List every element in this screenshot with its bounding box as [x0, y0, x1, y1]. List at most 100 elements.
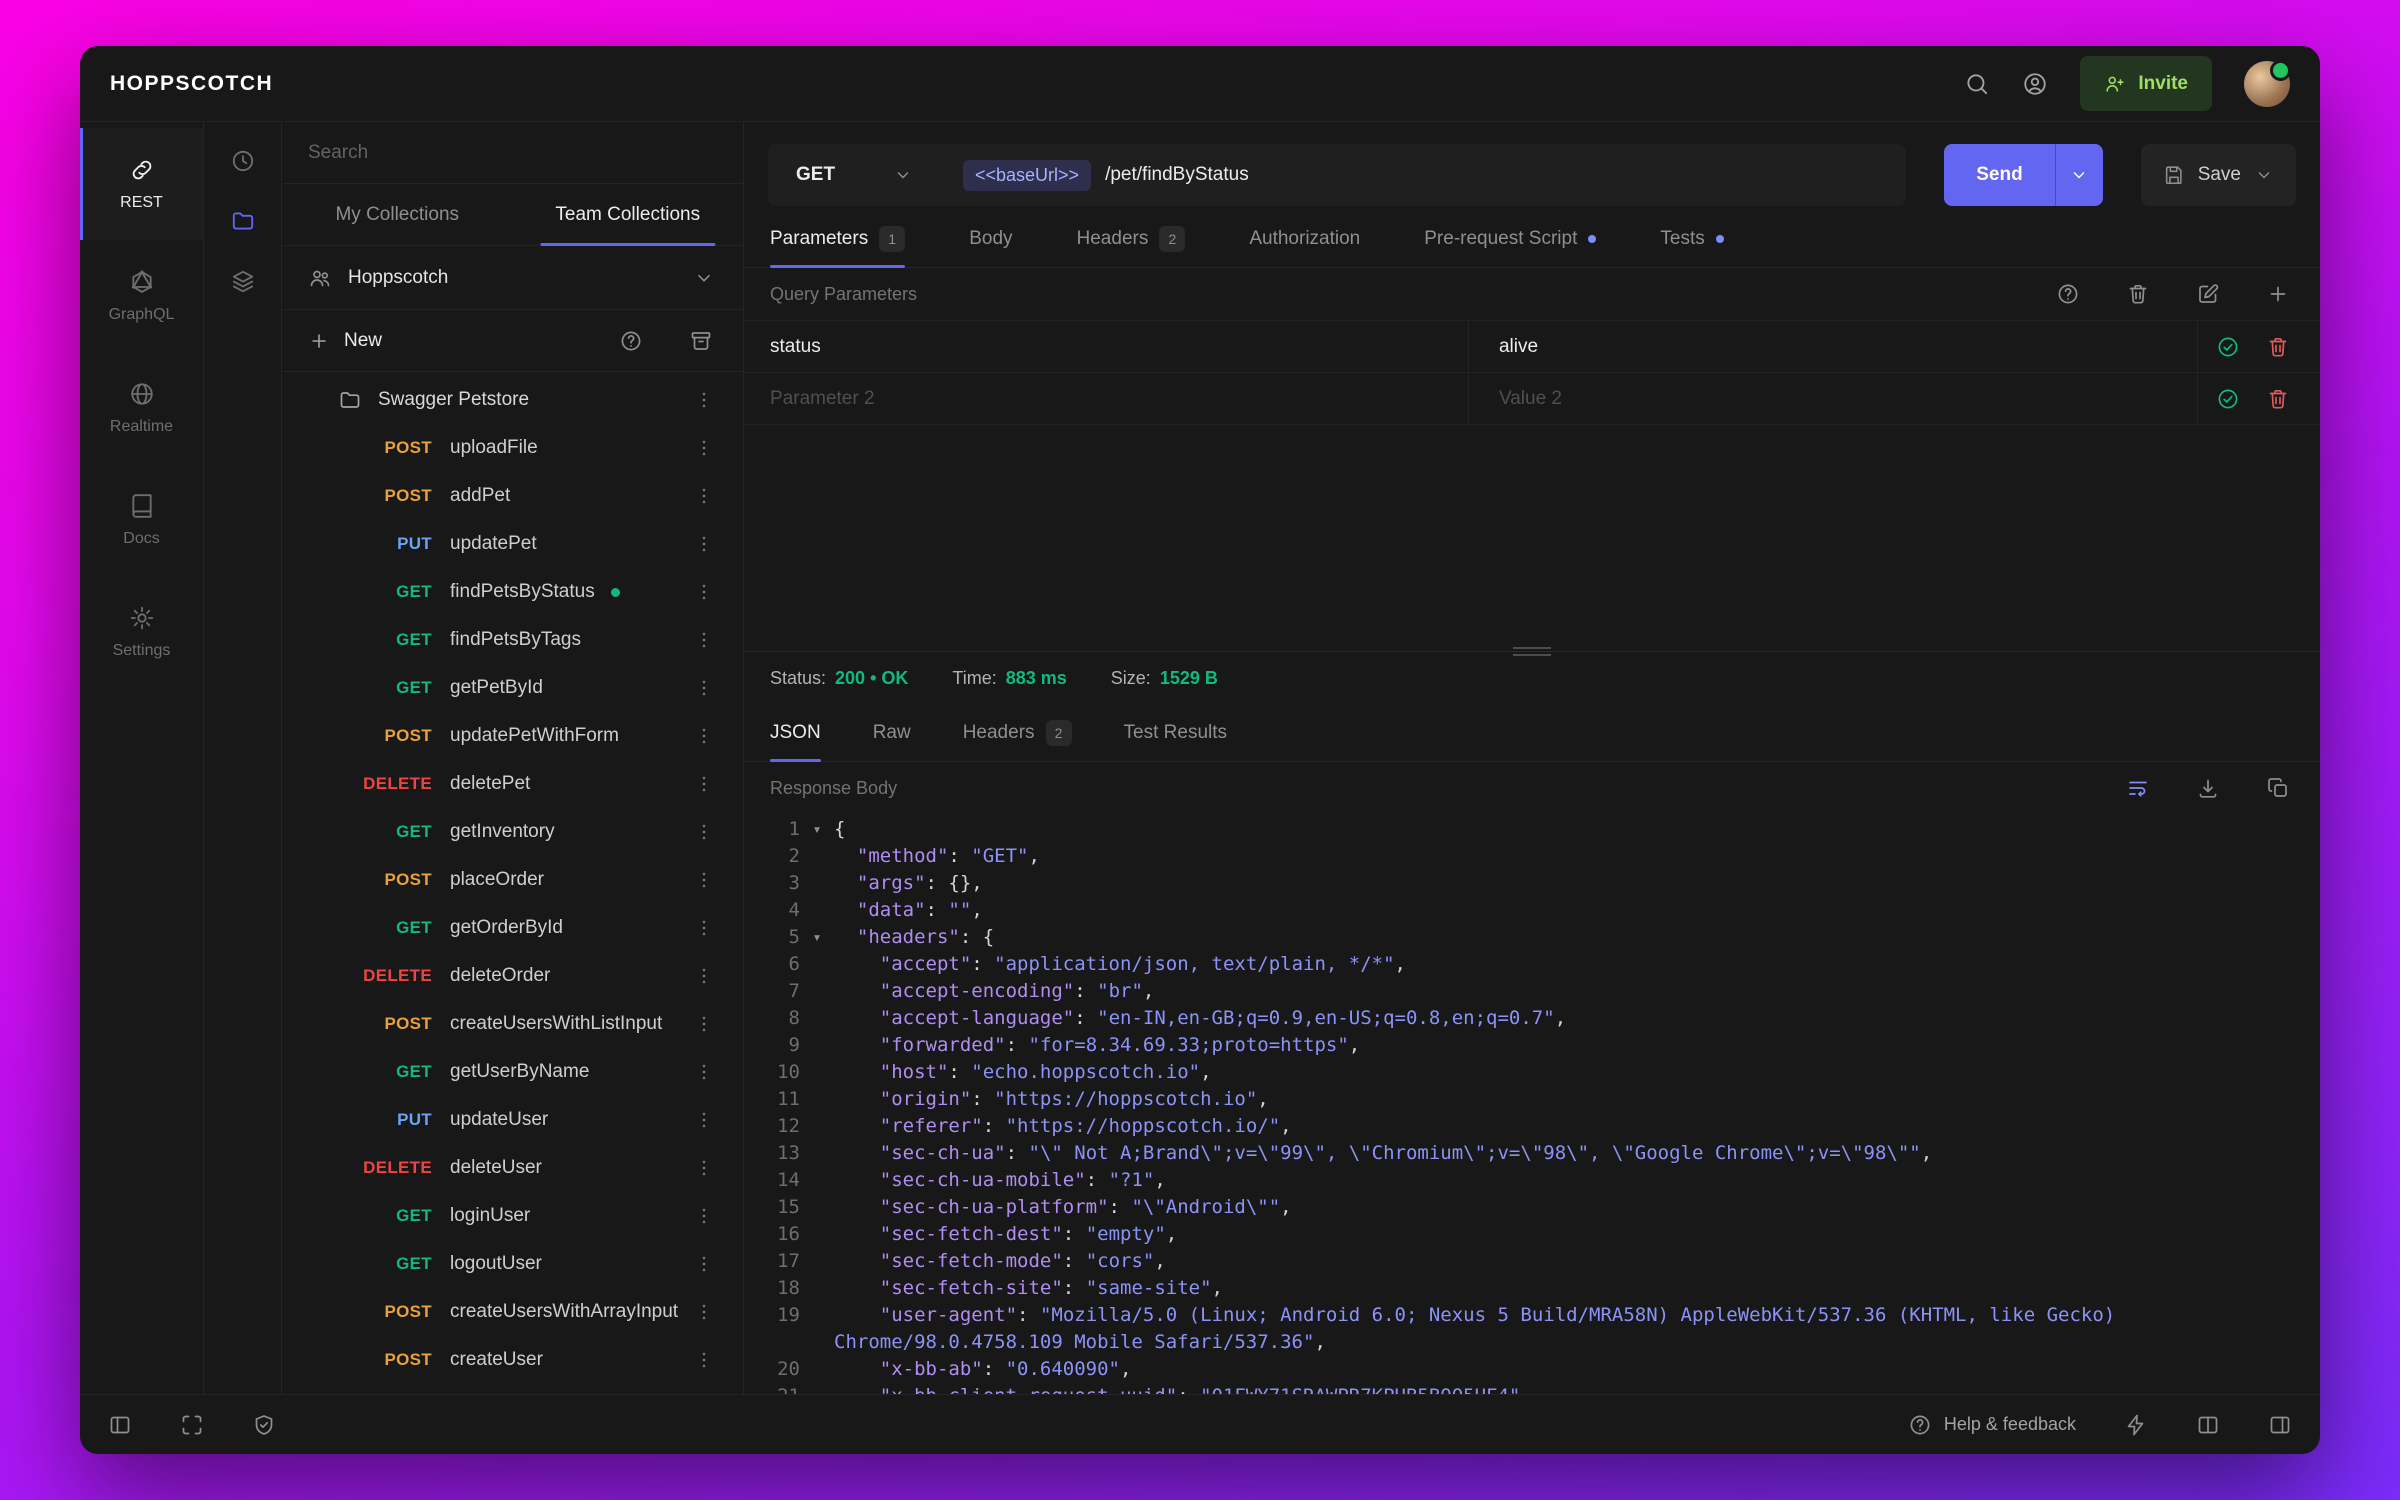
- request-createuser[interactable]: POST createUser: [282, 1336, 743, 1384]
- request-getorderbyid[interactable]: GET getOrderById: [282, 904, 743, 952]
- param-key-input[interactable]: Parameter 2: [744, 373, 1469, 424]
- request-updateuser[interactable]: PUT updateUser: [282, 1096, 743, 1144]
- tab-body[interactable]: Body: [969, 210, 1012, 267]
- request-deleteorder[interactable]: DELETE deleteOrder: [282, 952, 743, 1000]
- tab-json[interactable]: JSON: [770, 704, 821, 762]
- invite-button[interactable]: Invite: [2080, 56, 2212, 111]
- collection-folder-partial[interactable]: [282, 1384, 743, 1394]
- request-logoutuser[interactable]: GET logoutUser: [282, 1240, 743, 1288]
- request-options-icon[interactable]: [693, 581, 715, 603]
- tab-raw[interactable]: Raw: [873, 704, 911, 761]
- param-delete-icon[interactable]: [2266, 335, 2290, 359]
- request-loginuser[interactable]: GET loginUser: [282, 1192, 743, 1240]
- toggle-sidebar-icon[interactable]: [108, 1413, 132, 1437]
- save-button[interactable]: Save: [2140, 144, 2296, 206]
- tab-team-collections[interactable]: Team Collections: [513, 184, 744, 245]
- help-circle-icon[interactable]: [619, 329, 643, 353]
- bulk-edit-icon[interactable]: [2196, 282, 2220, 306]
- url-input[interactable]: <<baseUrl>> /pet/findByStatus: [933, 144, 1906, 206]
- tab-pre-request-script[interactable]: Pre-request Script: [1424, 210, 1597, 267]
- send-button[interactable]: Send: [1944, 144, 2055, 206]
- request-deleteuser[interactable]: DELETE deleteUser: [282, 1144, 743, 1192]
- request-options-icon[interactable]: [693, 1061, 715, 1083]
- request-options-icon[interactable]: [693, 485, 715, 507]
- tab-my-collections[interactable]: My Collections: [282, 184, 513, 245]
- fold-caret-icon[interactable]: ▾: [800, 816, 834, 843]
- request-updatepet[interactable]: PUT updatePet: [282, 520, 743, 568]
- tab-authorization[interactable]: Authorization: [1249, 210, 1360, 267]
- nav-graphql[interactable]: GraphQL: [80, 240, 203, 352]
- request-options-icon[interactable]: [693, 773, 715, 795]
- new-collection-button[interactable]: New: [308, 330, 382, 352]
- param-key-input[interactable]: status: [744, 321, 1469, 372]
- request-createuserswithlistinput[interactable]: POST createUsersWithListInput: [282, 1000, 743, 1048]
- request-placeorder[interactable]: POST placeOrder: [282, 856, 743, 904]
- request-addpet[interactable]: POST addPet: [282, 472, 743, 520]
- request-uploadfile[interactable]: POST uploadFile: [282, 424, 743, 472]
- request-options-icon[interactable]: [693, 1349, 715, 1371]
- request-options-icon[interactable]: [693, 1253, 715, 1275]
- team-selector[interactable]: Hoppscotch: [282, 246, 743, 310]
- request-options-icon[interactable]: [693, 869, 715, 891]
- request-options-icon[interactable]: [693, 1109, 715, 1131]
- avatar[interactable]: [2244, 59, 2291, 107]
- download-icon[interactable]: [2196, 776, 2220, 800]
- param-active-toggle-icon[interactable]: [2216, 387, 2240, 411]
- collection-folder[interactable]: Swagger Petstore: [282, 376, 743, 424]
- request-options-icon[interactable]: [693, 533, 715, 555]
- request-getinventory[interactable]: GET getInventory: [282, 808, 743, 856]
- strip-tab-clock-icon[interactable]: [230, 148, 256, 174]
- request-options-icon[interactable]: [693, 677, 715, 699]
- search-button[interactable]: [1964, 71, 1990, 97]
- request-options-icon[interactable]: [693, 965, 715, 987]
- copy-icon[interactable]: [2266, 776, 2290, 800]
- request-options-icon[interactable]: [693, 725, 715, 747]
- request-getuserbyname[interactable]: GET getUserByName: [282, 1048, 743, 1096]
- nav-rest[interactable]: REST: [80, 128, 203, 240]
- tab-headers[interactable]: Headers 2: [1077, 210, 1186, 267]
- tab-parameters[interactable]: Parameters 1: [770, 210, 906, 268]
- request-options-icon[interactable]: [693, 1301, 715, 1323]
- nav-realtime[interactable]: Realtime: [80, 352, 203, 464]
- request-options-icon[interactable]: [693, 1013, 715, 1035]
- request-deletepet[interactable]: DELETE deletePet: [282, 760, 743, 808]
- nav-docs[interactable]: Docs: [80, 464, 203, 576]
- tab-tests[interactable]: Tests: [1660, 210, 1724, 267]
- add-param-icon[interactable]: [2266, 282, 2290, 306]
- shortcuts-icon[interactable]: [2124, 1413, 2148, 1437]
- tab-headers[interactable]: Headers 2: [963, 704, 1072, 761]
- clear-all-icon[interactable]: [2126, 282, 2150, 306]
- request-updatepetwithform[interactable]: POST updatePetWithForm: [282, 712, 743, 760]
- request-findpetsbystatus[interactable]: GET findPetsByStatus: [282, 568, 743, 616]
- wrap-lines-icon[interactable]: [2126, 776, 2150, 800]
- strip-tab-folder-icon[interactable]: [230, 208, 256, 234]
- method-select[interactable]: GET: [768, 144, 933, 206]
- collection-options-icon[interactable]: [693, 389, 715, 411]
- toggle-right-panel-icon[interactable]: [2268, 1413, 2292, 1437]
- column-layout-icon[interactable]: [2196, 1413, 2220, 1437]
- archive-icon[interactable]: [689, 329, 713, 353]
- collections-search-input[interactable]: [308, 141, 717, 164]
- request-options-icon[interactable]: [693, 629, 715, 651]
- request-options-icon[interactable]: [693, 437, 715, 459]
- request-createuserswitharrayinput[interactable]: POST createUsersWithArrayInput: [282, 1288, 743, 1336]
- param-delete-icon[interactable]: [2266, 387, 2290, 411]
- help-circle-icon[interactable]: [2056, 282, 2080, 306]
- account-button[interactable]: [2022, 71, 2048, 97]
- expand-icon[interactable]: [180, 1413, 204, 1437]
- pane-resizer[interactable]: [744, 647, 2320, 656]
- request-getpetbyid[interactable]: GET getPetById: [282, 664, 743, 712]
- request-options-icon[interactable]: [693, 821, 715, 843]
- fold-caret-icon[interactable]: ▾: [800, 924, 834, 951]
- param-value-input[interactable]: Value 2: [1469, 373, 2198, 424]
- param-active-toggle-icon[interactable]: [2216, 335, 2240, 359]
- request-options-icon[interactable]: [693, 917, 715, 939]
- tab-test-results[interactable]: Test Results: [1124, 704, 1227, 761]
- interceptor-icon[interactable]: [252, 1413, 276, 1437]
- send-options-button[interactable]: [2054, 144, 2103, 206]
- strip-tab-layers-icon[interactable]: [230, 268, 256, 294]
- request-findpetsbytags[interactable]: GET findPetsByTags: [282, 616, 743, 664]
- request-options-icon[interactable]: [693, 1157, 715, 1179]
- request-options-icon[interactable]: [693, 1205, 715, 1227]
- nav-settings[interactable]: Settings: [80, 576, 203, 688]
